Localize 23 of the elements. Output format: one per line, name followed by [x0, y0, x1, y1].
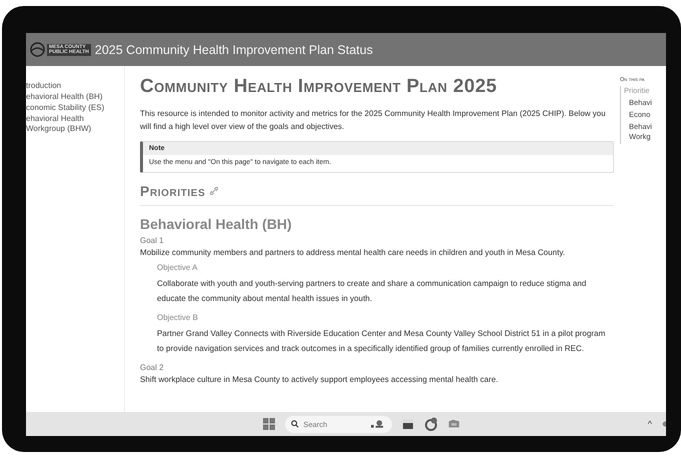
site-title: 2025 Community Health Improvement Plan Status — [94, 42, 373, 56]
goal-label: Goal 1 — [140, 235, 165, 247]
task-view-icon[interactable] — [402, 418, 414, 430]
objective-text: Partner Grand Valley Connects with Riverside Education Center and Mesa County Valley School District 51 in a pilot program to provide navigation services and track outcomes in a specifically identified group of families currently enrolled in REC. — [157, 328, 606, 355]
link-icon[interactable] — [210, 187, 218, 195]
search-icon — [291, 420, 300, 428]
goal-text: Shift workplace culture in Mesa County to actively support employees accessing mental health care. — [140, 374, 500, 386]
goal-label: Goal 2 — [140, 362, 165, 374]
sidebar-link[interactable]: conomic Stability (ES) — [26, 103, 104, 113]
objective-text: Collaborate with youth and youth-serving partners to create and share a communication campaign to reduce stigma and educate the community about mental health issues in youth. — [157, 278, 588, 305]
sidebar-link[interactable]: troduction — [26, 81, 62, 91]
tray-chevron[interactable]: ^ — [648, 419, 652, 429]
section-heading: Priorities — [140, 183, 206, 199]
windows-start-icon[interactable] — [263, 418, 276, 430]
subsection-heading: Behavioral Health (BH) — [140, 216, 293, 232]
sidebar-link[interactable]: ehavioral Health Workgroup (BHW) — [26, 114, 124, 134]
page-title: Community Health Improvement Plan 2025 — [140, 76, 498, 98]
sidebar-link[interactable]: ehavioral Health (BH) — [26, 92, 102, 102]
objective-label: Objective B — [157, 312, 199, 324]
intro-paragraph: This resource is intended to monitor activity and metrics for the 2025 Community Health Improvement Plan (2025 CHIP). Below you will find a high level over view of the goals and objectives. — [140, 108, 607, 133]
objective-label: Objective A — [157, 262, 198, 274]
goal-text: Mobilize community members and partners to address mental health care needs in children and youth in Mesa County. — [140, 247, 566, 259]
app-icon[interactable] — [424, 417, 438, 431]
